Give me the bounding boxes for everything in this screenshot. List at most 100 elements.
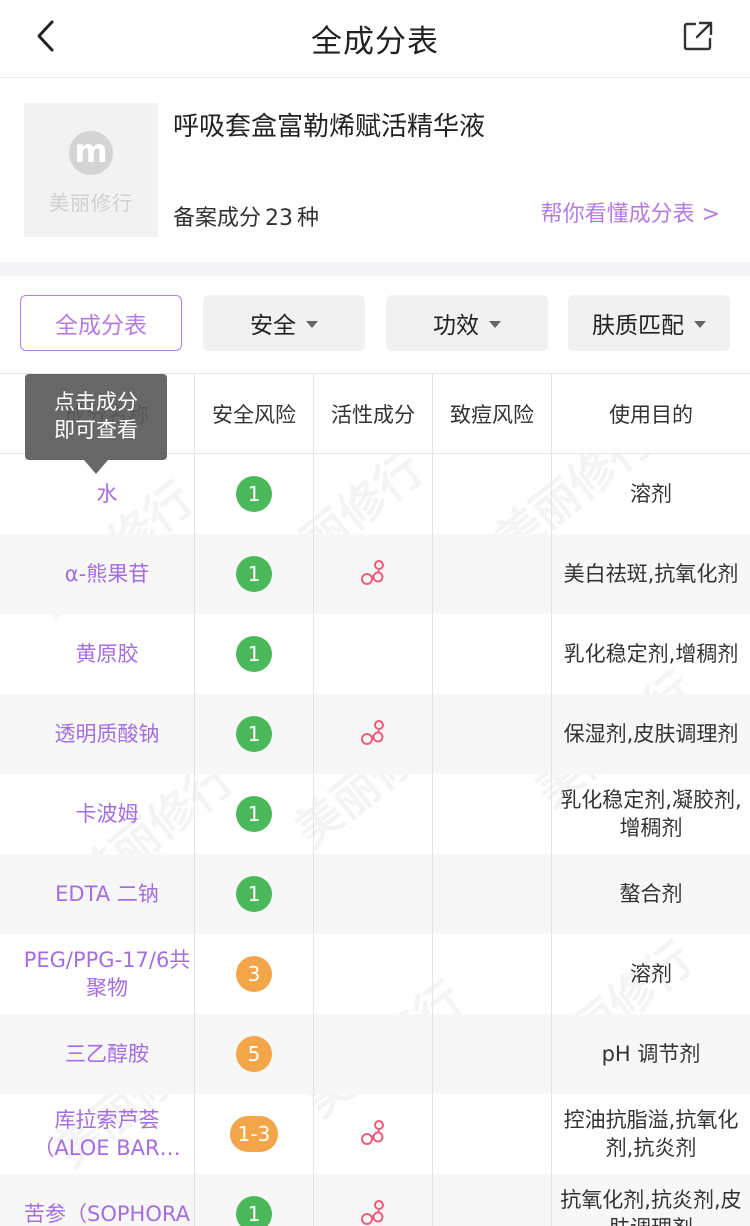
ingredient-name[interactable]: 三乙醇胺 xyxy=(20,1014,194,1094)
risk-badge: 1 xyxy=(236,796,272,832)
caret-down-icon xyxy=(489,320,501,328)
risk-badge: 1 xyxy=(236,636,272,672)
safety-risk-cell: 1 xyxy=(195,454,313,534)
acne-risk-cell xyxy=(433,1094,551,1174)
acne-risk-cell xyxy=(433,694,551,774)
active-cell xyxy=(314,934,432,1014)
product-image[interactable]: m 美丽修行 xyxy=(24,103,158,237)
filter-efficacy[interactable]: 功效 xyxy=(386,295,548,351)
acne-risk-cell xyxy=(433,774,551,854)
tooltip-line-1: 点击成分 xyxy=(54,390,138,414)
table-row[interactable]: 黄原胶 1 乳化稳定剂,增稠剂 xyxy=(0,614,750,694)
active-cell xyxy=(314,454,432,534)
active-cell xyxy=(314,614,432,694)
ingredient-name[interactable]: α-熊果苷 xyxy=(20,534,194,614)
risk-badge: 1 xyxy=(236,556,272,592)
col-header-safety-risk: 安全风险 xyxy=(212,403,296,427)
safety-risk-cell: 1 xyxy=(195,694,313,774)
molecule-icon xyxy=(358,557,388,591)
table-row[interactable]: 水 1 溶剂 xyxy=(0,454,750,534)
usage-purpose: 溶剂 xyxy=(630,482,672,506)
safety-risk-cell: 1 xyxy=(195,854,313,934)
ingredient-name[interactable]: 苦参（SOPHORA xyxy=(20,1174,194,1226)
usage-purpose: 乳化稳定剂,凝胶剂,增稠剂 xyxy=(560,788,742,840)
usage-purpose: 控油抗脂溢,抗氧化剂,抗炎剂 xyxy=(563,1108,739,1160)
risk-badge: 1 xyxy=(236,716,272,752)
table-row[interactable]: 苦参（SOPHORA 1 抗氧化剂,抗炎剂,皮肤调理剂 xyxy=(0,1174,750,1226)
share-button[interactable] xyxy=(680,18,716,54)
safety-risk-cell: 1 xyxy=(195,1174,313,1226)
usage-purpose: 保湿剂,皮肤调理剂 xyxy=(563,722,739,746)
acne-risk-cell xyxy=(433,1014,551,1094)
product-name: 呼吸套盒富勒烯赋活精华液 xyxy=(173,112,486,142)
safety-risk-cell: 3 xyxy=(195,934,313,1014)
safety-risk-cell: 1 xyxy=(195,614,313,694)
brand-logo-icon: m xyxy=(69,131,113,175)
tooltip: 点击成分 即可查看 xyxy=(25,374,167,474)
product-header: m 美丽修行 呼吸套盒富勒烯赋活精华液 备案成分 23 种 帮你看懂成分表 > xyxy=(0,78,750,262)
ingredient-name[interactable]: 黄原胶 xyxy=(20,614,194,694)
column-divider xyxy=(432,374,433,1226)
table-row[interactable]: 卡波姆 1 乳化稳定剂,凝胶剂,增稠剂 xyxy=(0,774,750,854)
ingredient-name[interactable]: 卡波姆 xyxy=(20,774,194,854)
col-header-active: 活性成分 xyxy=(331,403,415,427)
active-cell xyxy=(314,1174,432,1226)
active-cell xyxy=(314,534,432,614)
column-divider xyxy=(551,374,552,1226)
active-cell xyxy=(314,1094,432,1174)
filter-all-ingredients[interactable]: 全成分表 xyxy=(20,295,182,351)
count-number: 23 xyxy=(265,206,294,231)
ingredient-name[interactable]: PEG/PPG-17/6共聚物 xyxy=(20,934,194,1014)
table-row[interactable]: PEG/PPG-17/6共聚物 3 溶剂 xyxy=(0,934,750,1014)
ingredient-name[interactable]: 透明质酸钠 xyxy=(20,694,194,774)
safety-risk-cell: 5 xyxy=(195,1014,313,1094)
tooltip-line-2: 即可查看 xyxy=(54,418,138,442)
acne-risk-cell xyxy=(433,454,551,534)
usage-purpose: 乳化稳定剂,增稠剂 xyxy=(563,642,739,666)
count-prefix: 备案成分 xyxy=(173,206,262,231)
column-divider xyxy=(313,374,314,1226)
molecule-icon xyxy=(358,717,388,751)
acne-risk-cell xyxy=(433,934,551,1014)
acne-risk-cell xyxy=(433,854,551,934)
risk-badge: 5 xyxy=(236,1036,272,1072)
brand-logo-text: 美丽修行 xyxy=(49,191,133,215)
nav-bar: 全成分表 xyxy=(0,0,750,78)
table-row[interactable]: 三乙醇胺 5 pH 调节剂 xyxy=(0,1014,750,1094)
active-cell xyxy=(314,694,432,774)
usage-purpose: 溶剂 xyxy=(630,962,672,986)
acne-risk-cell xyxy=(433,1174,551,1226)
ingredient-name[interactable]: EDTA 二钠 xyxy=(20,854,194,934)
page-title: 全成分表 xyxy=(311,24,439,60)
count-suffix: 种 xyxy=(297,206,320,231)
risk-badge: 1 xyxy=(236,1196,272,1226)
table-row[interactable]: EDTA 二钠 1 螯合剂 xyxy=(0,854,750,934)
safety-risk-cell: 1 xyxy=(195,774,313,854)
usage-purpose: 螯合剂 xyxy=(619,882,683,906)
table-row[interactable]: α-熊果苷 1 美白祛斑,抗氧化剂 xyxy=(0,534,750,614)
molecule-icon xyxy=(358,1117,388,1151)
filter-bar: 全成分表 安全 功效 肤质匹配 xyxy=(0,276,750,374)
table-row[interactable]: 库拉索芦荟（ALOE BAR… 1-3 控油抗脂溢,抗氧化剂,抗炎剂 xyxy=(0,1094,750,1174)
filter-skin-type[interactable]: 肤质匹配 xyxy=(568,295,730,351)
filter-safety[interactable]: 安全 xyxy=(203,295,365,351)
active-cell xyxy=(314,1014,432,1094)
ingredient-count: 备案成分 23 种 xyxy=(173,200,319,232)
molecule-icon xyxy=(358,1197,388,1226)
ingredient-table: 美丽修行美丽修行美丽修行美丽修行美丽修行美丽修行美丽修行美丽修行美丽修行 水1溶… xyxy=(0,374,750,1226)
caret-down-icon xyxy=(694,320,706,328)
active-cell xyxy=(314,774,432,854)
active-cell xyxy=(314,854,432,934)
risk-badge: 1 xyxy=(236,476,272,512)
share-icon xyxy=(683,21,713,51)
ingredient-name[interactable]: 库拉索芦荟（ALOE BAR… xyxy=(20,1094,194,1174)
usage-purpose: 抗氧化剂,抗炎剂,皮肤调理剂 xyxy=(560,1188,742,1226)
usage-purpose: pH 调节剂 xyxy=(601,1042,701,1066)
usage-purpose: 美白祛斑,抗氧化剂 xyxy=(563,562,739,586)
risk-badge: 1-3 xyxy=(229,1116,279,1152)
acne-risk-cell xyxy=(433,614,551,694)
table-row[interactable]: 透明质酸钠 1 保湿剂,皮肤调理剂 xyxy=(0,694,750,774)
risk-badge: 1 xyxy=(236,876,272,912)
help-link[interactable]: 帮你看懂成分表 > xyxy=(541,196,720,228)
column-divider xyxy=(194,374,195,1226)
